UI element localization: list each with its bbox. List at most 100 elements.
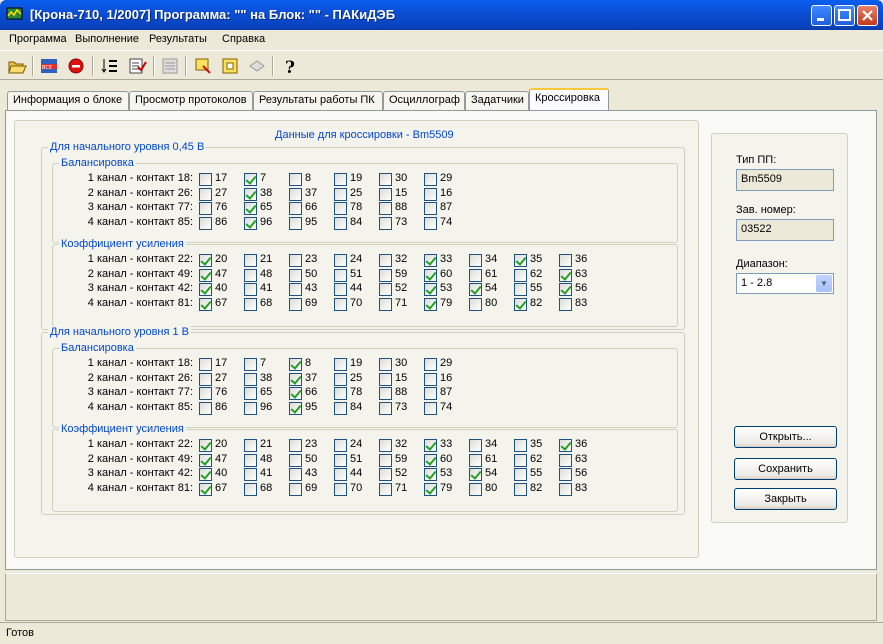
contact-checkbox[interactable]: [379, 216, 392, 230]
contact-checkbox[interactable]: [334, 173, 347, 186]
contact-checkbox[interactable]: [424, 202, 437, 215]
contact-checkbox[interactable]: [469, 254, 482, 267]
contact-checkbox[interactable]: [514, 254, 527, 267]
contact-checkbox[interactable]: [334, 468, 347, 481]
contact-checkbox[interactable]: [334, 401, 347, 415]
contact-checkbox[interactable]: [199, 268, 212, 282]
close-button[interactable]: Закрыть: [734, 488, 837, 510]
close-window-button[interactable]: [857, 5, 878, 26]
contact-checkbox[interactable]: [379, 453, 392, 467]
contact-checkbox[interactable]: [199, 173, 212, 186]
contact-checkbox[interactable]: [514, 297, 527, 311]
contact-checkbox[interactable]: [379, 283, 392, 296]
contact-checkbox[interactable]: [289, 187, 302, 201]
contact-checkbox[interactable]: [379, 468, 392, 481]
contact-checkbox[interactable]: [334, 482, 347, 496]
contact-checkbox[interactable]: [559, 453, 572, 467]
contact-checkbox[interactable]: [424, 358, 437, 371]
contact-checkbox[interactable]: [289, 283, 302, 296]
contact-checkbox[interactable]: [559, 283, 572, 296]
contact-checkbox[interactable]: [244, 439, 257, 452]
contact-checkbox[interactable]: [469, 439, 482, 452]
contact-checkbox[interactable]: [424, 372, 437, 386]
contact-checkbox[interactable]: [379, 387, 392, 400]
contact-checkbox[interactable]: [334, 202, 347, 215]
contact-checkbox[interactable]: [379, 268, 392, 282]
contact-checkbox[interactable]: [289, 468, 302, 481]
tool-icon[interactable]: [193, 56, 213, 76]
tab-crossing[interactable]: Кроссировка: [529, 88, 609, 110]
contact-checkbox[interactable]: [199, 297, 212, 311]
contact-checkbox[interactable]: [424, 401, 437, 415]
tab-protocols[interactable]: Просмотр протоколов: [129, 91, 253, 110]
contact-checkbox[interactable]: [334, 387, 347, 400]
stop-icon[interactable]: [66, 56, 86, 76]
contact-checkbox[interactable]: [379, 254, 392, 267]
contact-checkbox[interactable]: [199, 202, 212, 215]
contact-checkbox[interactable]: [469, 453, 482, 467]
contact-checkbox[interactable]: [199, 453, 212, 467]
contact-checkbox[interactable]: [289, 254, 302, 267]
contact-checkbox[interactable]: [469, 268, 482, 282]
open-button[interactable]: Открыть...: [734, 426, 837, 448]
contact-checkbox[interactable]: [289, 297, 302, 311]
contact-checkbox[interactable]: [469, 482, 482, 496]
contact-checkbox[interactable]: [199, 283, 212, 296]
contact-checkbox[interactable]: [424, 439, 437, 452]
panel-icon[interactable]: [220, 56, 240, 76]
contact-checkbox[interactable]: [379, 202, 392, 215]
contact-checkbox[interactable]: [289, 173, 302, 186]
contact-checkbox[interactable]: [244, 202, 257, 215]
help-icon[interactable]: ?: [280, 56, 300, 76]
contact-checkbox[interactable]: [469, 297, 482, 311]
contact-checkbox[interactable]: [559, 468, 572, 481]
menu-help[interactable]: Справка: [222, 33, 265, 45]
contact-checkbox[interactable]: [334, 439, 347, 452]
range-select[interactable]: 1 - 2.8 ▼: [736, 273, 834, 294]
contact-checkbox[interactable]: [244, 372, 257, 386]
contact-checkbox[interactable]: [379, 482, 392, 496]
tab-setters[interactable]: Задатчики: [465, 91, 529, 110]
contact-checkbox[interactable]: [514, 268, 527, 282]
contact-checkbox[interactable]: [289, 202, 302, 215]
contact-checkbox[interactable]: [244, 216, 257, 230]
contact-checkbox[interactable]: [199, 254, 212, 267]
checklist-icon[interactable]: [127, 56, 147, 76]
contact-checkbox[interactable]: [334, 283, 347, 296]
contact-checkbox[interactable]: [244, 187, 257, 201]
contact-checkbox[interactable]: [424, 216, 437, 230]
contact-checkbox[interactable]: [244, 268, 257, 282]
contact-checkbox[interactable]: [244, 254, 257, 267]
contact-checkbox[interactable]: [199, 482, 212, 496]
doc-gray-icon[interactable]: [160, 56, 180, 76]
print-gray-icon[interactable]: [247, 56, 267, 76]
contact-checkbox[interactable]: [244, 482, 257, 496]
contact-checkbox[interactable]: [199, 372, 212, 386]
contact-checkbox[interactable]: [199, 187, 212, 201]
contact-checkbox[interactable]: [244, 453, 257, 467]
sort-icon[interactable]: [100, 56, 120, 76]
contact-checkbox[interactable]: [199, 401, 212, 415]
menu-program[interactable]: Программа: [9, 33, 67, 45]
save-button[interactable]: Сохранить: [734, 458, 837, 480]
contact-checkbox[interactable]: [199, 216, 212, 230]
maximize-button[interactable]: [834, 5, 855, 26]
contact-checkbox[interactable]: [289, 216, 302, 230]
contact-checkbox[interactable]: [244, 283, 257, 296]
contact-checkbox[interactable]: [289, 453, 302, 467]
contact-checkbox[interactable]: [289, 439, 302, 452]
contact-checkbox[interactable]: [424, 268, 437, 282]
contact-checkbox[interactable]: [424, 482, 437, 496]
contact-checkbox[interactable]: [334, 187, 347, 201]
contact-checkbox[interactable]: [289, 268, 302, 282]
contact-checkbox[interactable]: [244, 173, 257, 186]
contact-checkbox[interactable]: [379, 173, 392, 186]
chevron-down-icon[interactable]: ▼: [816, 275, 832, 292]
tab-oscilloscope[interactable]: Осциллограф: [383, 91, 465, 110]
contact-checkbox[interactable]: [289, 387, 302, 400]
contact-checkbox[interactable]: [199, 387, 212, 400]
contact-checkbox[interactable]: [244, 297, 257, 311]
contact-checkbox[interactable]: [469, 283, 482, 296]
contact-checkbox[interactable]: [334, 297, 347, 311]
contact-checkbox[interactable]: [289, 482, 302, 496]
